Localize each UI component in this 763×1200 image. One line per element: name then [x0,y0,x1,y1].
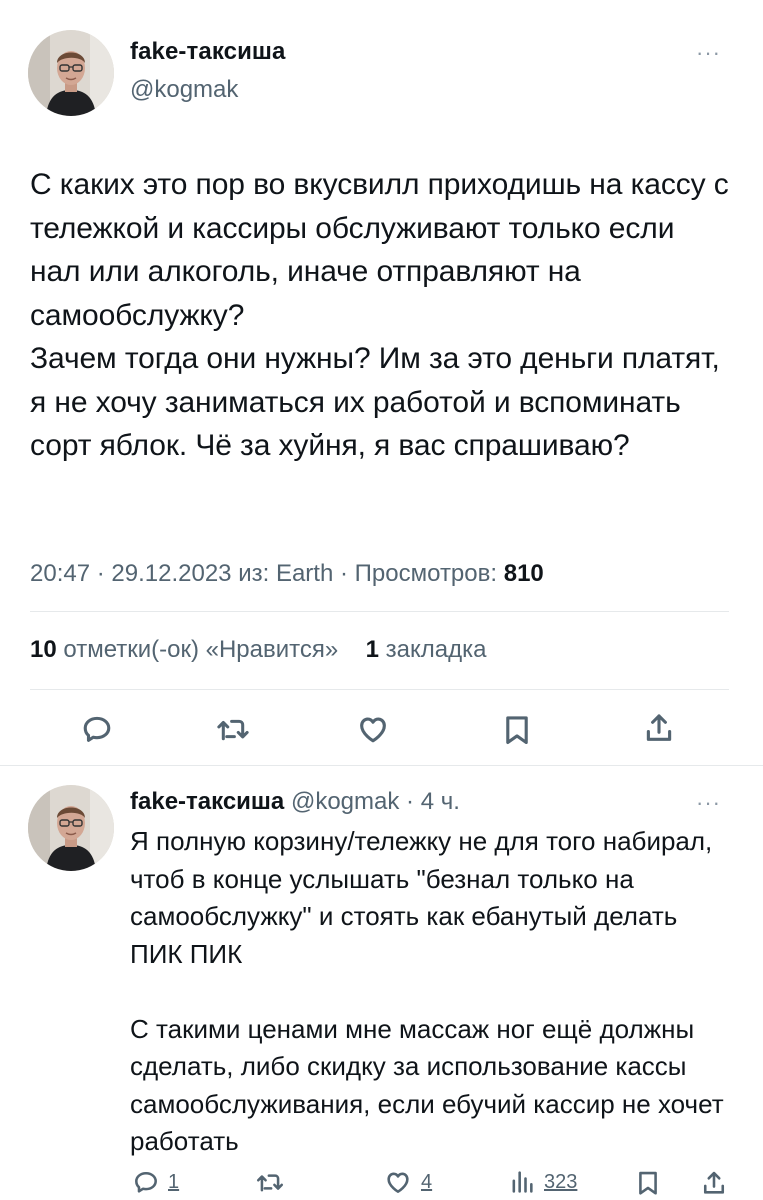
reply-icon[interactable] [80,712,114,746]
tweet-source: Earth [275,560,334,587]
like-icon[interactable] [355,712,391,746]
like-icon [387,1172,409,1193]
likes-stat[interactable]: 10 отметки(-ок) «Нравится» [30,636,345,663]
bookmarks-label: закладка [385,636,487,663]
retweet-button[interactable] [255,1168,285,1196]
author-handle[interactable]: @kogmak [291,788,399,815]
bookmark-button[interactable] [634,1168,662,1198]
more-options-icon[interactable]: ··· [696,42,721,64]
tweet-time[interactable]: 20:47 [30,560,90,587]
divider [30,689,729,690]
avatar[interactable] [28,785,114,871]
reply-header: fake-таксиша @kogmak · 4 ч. [130,788,460,816]
divider [30,611,729,612]
separator-dot: · [406,788,415,815]
like-button[interactable]: 4 [383,1168,432,1196]
author-name[interactable]: fake-таксиша [130,788,284,815]
retweet-icon [256,1174,284,1192]
tweet-text: С каких это пор во вкусвилл приходишь на… [30,168,729,462]
divider [0,765,763,766]
avatar[interactable] [28,30,114,116]
views-label: Просмотров: [354,560,498,587]
share-icon[interactable] [642,710,676,746]
share-icon [703,1171,725,1194]
tweet-date[interactable]: 29.12.2023 [111,560,231,587]
source-prefix: из: [238,560,270,587]
author-handle[interactable]: @kogmak [130,76,238,104]
main-tweet: fake-таксиша @kogmak ··· С каких это пор… [0,0,763,765]
share-button[interactable] [700,1168,728,1198]
bookmark-icon [639,1171,657,1195]
more-options-icon[interactable]: ··· [696,792,721,814]
likes-count: 10 [30,636,57,663]
bookmark-icon[interactable] [500,712,534,748]
views-count: 323 [544,1170,578,1193]
views-count: 810 [503,560,544,587]
engagement-stats: 10 отметки(-ок) «Нравится» 1 закладка [30,636,486,664]
retweet-icon[interactable] [215,712,251,746]
reply-text: Я полную корзину/тележку не для того наб… [130,826,724,1156]
views-button[interactable]: 323 [508,1168,577,1196]
likes-label: отметки(-ок) «Нравится» [63,636,339,663]
reply-button[interactable]: 1 [132,1168,179,1196]
views-icon [512,1171,533,1193]
reply-icon [135,1171,157,1193]
tweet-meta: 20:47 · 29.12.2023 из: Earth · Просмотро… [30,560,544,587]
bookmarks-count: 1 [365,636,379,663]
like-count: 4 [421,1170,433,1193]
bookmarks-stat[interactable]: 1 закладка [366,636,487,663]
reply-time[interactable]: 4 ч. [421,788,460,815]
author-name[interactable]: fake-таксиша [130,38,285,66]
reply-count: 1 [168,1170,180,1193]
